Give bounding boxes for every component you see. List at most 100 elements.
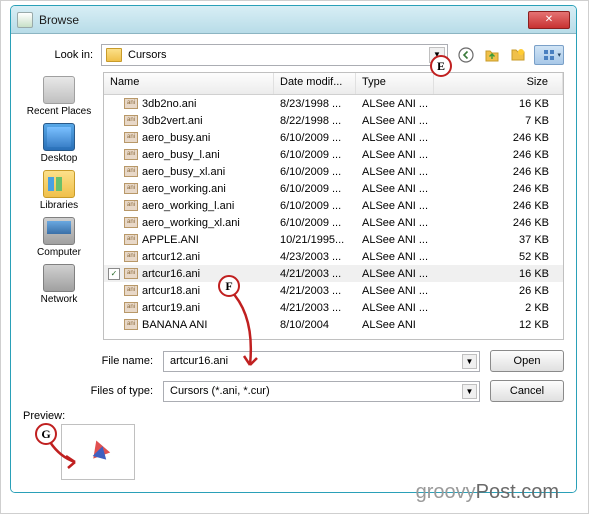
- file-date: 6/10/2009 ...: [274, 166, 356, 178]
- file-size: 246 KB: [434, 217, 563, 229]
- file-row[interactable]: aniaero_busy_l.ani6/10/2009 ...ALSee ANI…: [104, 146, 563, 163]
- folder-icon: [106, 48, 122, 62]
- column-name[interactable]: Name: [104, 73, 274, 94]
- file-name: 3db2vert.ani: [142, 115, 203, 127]
- titlebar[interactable]: Browse ✕: [11, 6, 576, 34]
- column-size[interactable]: Size: [434, 73, 563, 94]
- file-row[interactable]: aniartcur18.ani4/21/2003 ...ALSee ANI ..…: [104, 282, 563, 299]
- file-row[interactable]: aniartcur12.ani4/23/2003 ...ALSee ANI ..…: [104, 248, 563, 265]
- file-icon: ani: [124, 217, 138, 228]
- file-row[interactable]: aniaero_working_xl.ani6/10/2009 ...ALSee…: [104, 214, 563, 231]
- file-type: ALSee ANI ...: [356, 200, 434, 212]
- file-size: 246 KB: [434, 149, 563, 161]
- preview-section: Preview:: [23, 410, 564, 480]
- file-name: artcur18.ani: [142, 285, 200, 297]
- desktop-icon: [43, 123, 75, 151]
- file-type-label: Files of type:: [23, 385, 163, 397]
- window-title: Browse: [39, 13, 79, 27]
- file-type: ALSee ANI ...: [356, 183, 434, 195]
- file-size: 2 KB: [434, 302, 563, 314]
- file-name: aero_working_l.ani: [142, 200, 234, 212]
- checkbox[interactable]: ✓: [108, 268, 120, 280]
- file-row[interactable]: aniBANANA ANI8/10/2004ALSee ANI12 KB: [104, 316, 563, 333]
- open-button[interactable]: Open: [490, 350, 564, 372]
- file-size: 52 KB: [434, 251, 563, 263]
- file-size: 16 KB: [434, 98, 563, 110]
- file-icon: ani: [124, 149, 138, 160]
- file-name: artcur16.ani: [142, 268, 200, 280]
- file-type: ALSee ANI ...: [356, 98, 434, 110]
- file-icon: ani: [124, 115, 138, 126]
- file-date: 6/10/2009 ...: [274, 132, 356, 144]
- file-type: ALSee ANI: [356, 319, 434, 331]
- file-size: 246 KB: [434, 183, 563, 195]
- look-in-combo[interactable]: Cursors ▼: [101, 44, 448, 66]
- file-row[interactable]: ani3db2vert.ani8/22/1998 ...ALSee ANI ..…: [104, 112, 563, 129]
- up-one-level-button[interactable]: [482, 45, 502, 65]
- file-type: ALSee ANI ...: [356, 166, 434, 178]
- cancel-button[interactable]: Cancel: [490, 380, 564, 402]
- file-row[interactable]: ani aero_working.ani 6/10/2009 ...ALSee AN…: [104, 180, 563, 197]
- file-date: 4/21/2003 ...: [274, 302, 356, 314]
- file-date: 4/21/2003 ...: [274, 268, 356, 280]
- file-size: 246 KB: [434, 132, 563, 144]
- file-name-label: File name:: [23, 355, 163, 367]
- file-name: aero_busy_xl.ani: [142, 166, 225, 178]
- file-date: 6/10/2009 ...: [274, 149, 356, 161]
- file-icon: ani: [124, 183, 138, 194]
- file-icon: ani: [124, 319, 138, 330]
- arrow-F: [200, 280, 280, 380]
- file-date: 6/10/2009 ...: [274, 200, 356, 212]
- place-label: Recent Places: [24, 106, 94, 117]
- place-label: Computer: [24, 247, 94, 258]
- browse-dialog: Browse ✕ Look in: Cursors ▼ Recent Place…: [10, 5, 577, 493]
- lib-icon: [43, 170, 75, 198]
- file-size: 7 KB: [434, 115, 563, 127]
- file-row[interactable]: ✓aniartcur16.ani4/21/2003 ...ALSee ANI .…: [104, 265, 563, 282]
- look-in-value: Cursors: [128, 49, 167, 61]
- file-size: 16 KB: [434, 268, 563, 280]
- file-row[interactable]: aniaero_busy.ani6/10/2009 ...ALSee ANI .…: [104, 129, 563, 146]
- file-row[interactable]: ani3db2no.ani8/23/1998 ...ALSee ANI ...1…: [104, 95, 563, 112]
- preview-label: Preview:: [23, 410, 564, 422]
- file-type: ALSee ANI ...: [356, 149, 434, 161]
- file-type: ALSee ANI ...: [356, 285, 434, 297]
- file-name: APPLE.ANI: [142, 234, 199, 246]
- view-menu-button[interactable]: [534, 45, 564, 65]
- place-lib[interactable]: Libraries: [24, 170, 94, 211]
- file-date: 6/10/2009 ...: [274, 183, 356, 195]
- place-net[interactable]: Network: [24, 264, 94, 305]
- file-size: 12 KB: [434, 319, 563, 331]
- file-date: 10/21/1995...: [274, 234, 356, 246]
- chevron-down-icon[interactable]: ▼: [462, 384, 477, 399]
- file-type: ALSee ANI ...: [356, 234, 434, 246]
- file-type: ALSee ANI ...: [356, 132, 434, 144]
- column-type[interactable]: Type: [356, 73, 434, 94]
- file-row[interactable]: aniAPPLE.ANI10/21/1995...ALSee ANI ...37…: [104, 231, 563, 248]
- file-icon: ani: [124, 166, 138, 177]
- file-name: aero_working.ani: [142, 183, 226, 195]
- file-size: 26 KB: [434, 285, 563, 297]
- place-desktop[interactable]: Desktop: [24, 123, 94, 164]
- file-type-combo[interactable]: Cursors (*.ani, *.cur) ▼: [163, 381, 480, 402]
- file-row[interactable]: aniartcur19.ani4/21/2003 ...ALSee ANI ..…: [104, 299, 563, 316]
- close-button[interactable]: ✕: [528, 11, 570, 29]
- back-button[interactable]: [456, 45, 476, 65]
- place-comp[interactable]: Computer: [24, 217, 94, 258]
- file-date: 4/21/2003 ...: [274, 285, 356, 297]
- file-row[interactable]: aniaero_working_l.ani6/10/2009 ...ALSee …: [104, 197, 563, 214]
- chevron-down-icon[interactable]: ▼: [462, 354, 477, 369]
- file-icon: ani: [124, 302, 138, 313]
- file-list[interactable]: Name Date modif... Type Size ani3db2no.a…: [103, 72, 564, 340]
- callout-E: E: [430, 55, 452, 77]
- file-type: ALSee ANI ...: [356, 115, 434, 127]
- look-in-label: Look in:: [23, 49, 101, 61]
- app-icon: [17, 12, 33, 28]
- file-size: 246 KB: [434, 166, 563, 178]
- file-size: 246 KB: [434, 200, 563, 212]
- column-date[interactable]: Date modif...: [274, 73, 356, 94]
- place-recent[interactable]: Recent Places: [24, 76, 94, 117]
- file-row[interactable]: ani aero_busy_xl.ani 6/10/2009 ...ALSee AN…: [104, 163, 563, 180]
- new-folder-button[interactable]: [508, 45, 528, 65]
- file-date: 8/10/2004: [274, 319, 356, 331]
